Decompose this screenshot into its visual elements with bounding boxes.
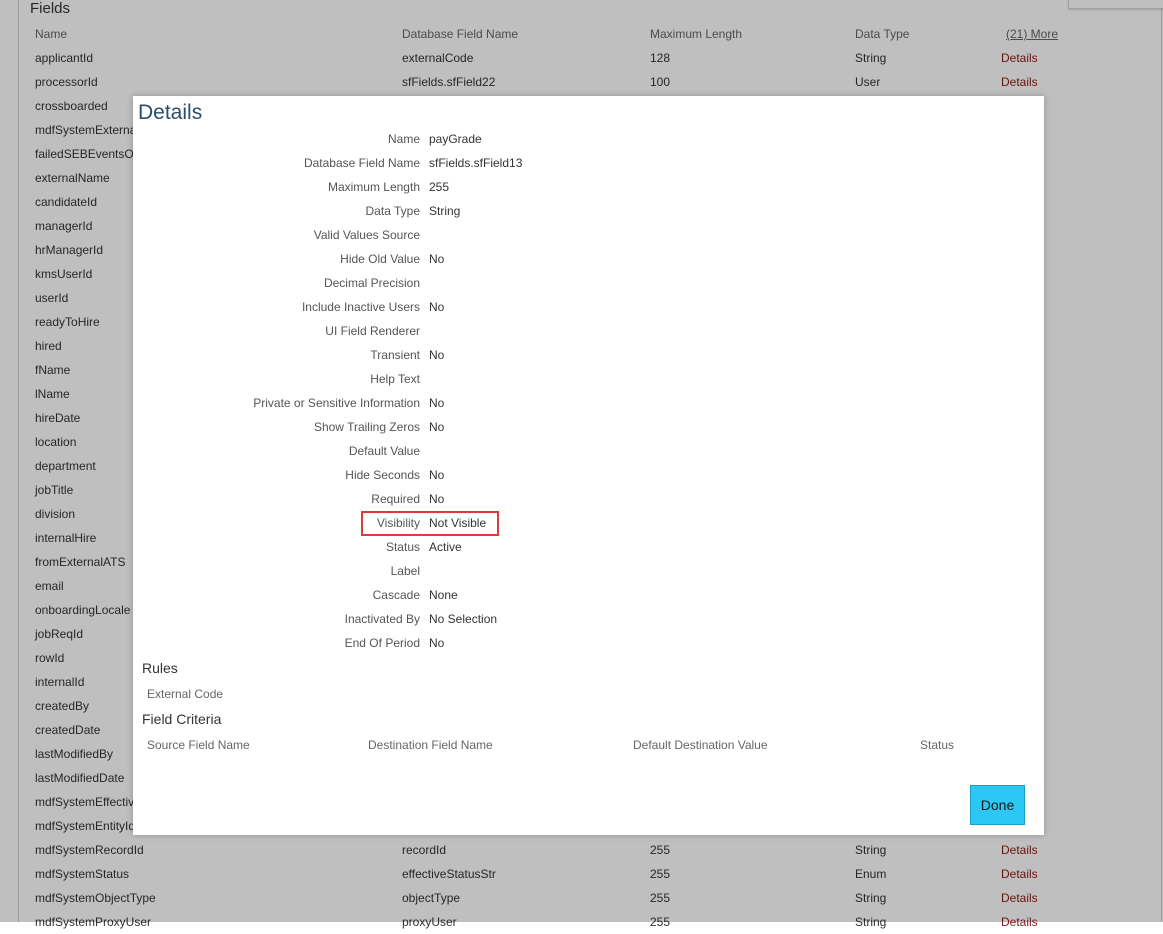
detail-row: Hide Old Value No: [133, 247, 1044, 271]
detail-label: Label: [390, 564, 420, 578]
detail-row: Cascade None: [133, 583, 1044, 607]
field-criteria-section-title: Field Criteria: [142, 711, 222, 727]
detail-value: No: [429, 396, 445, 410]
dialog-title: Details: [138, 101, 203, 124]
detail-row: Data Type String: [133, 199, 1044, 223]
detail-row: Database Field Name sfFields.sfField13: [133, 151, 1044, 175]
detail-row: Valid Values Source: [133, 223, 1044, 247]
detail-row: Default Value: [133, 439, 1044, 463]
detail-value: No: [429, 636, 445, 650]
detail-row: Transient No: [133, 343, 1044, 367]
criteria-column-source-field-name: Source Field Name: [147, 738, 250, 752]
detail-value: Active: [429, 540, 462, 554]
detail-row: Decimal Precision: [133, 271, 1044, 295]
detail-row: Maximum Length 255: [133, 175, 1044, 199]
detail-row: Private or Sensitive Information No: [133, 391, 1044, 415]
detail-row: Required No: [133, 487, 1044, 511]
detail-value: No: [429, 300, 445, 314]
criteria-column-default-destination-value: Default Destination Value: [633, 738, 768, 752]
detail-label: Data Type: [365, 204, 420, 218]
detail-row: Label: [133, 559, 1044, 583]
detail-value: None: [429, 588, 458, 602]
detail-value: String: [429, 204, 461, 218]
detail-label: Inactivated By: [344, 612, 420, 626]
detail-row: UI Field Renderer: [133, 319, 1044, 343]
details-dialog: Details Name payGrade Database Field Name s…: [133, 96, 1044, 835]
detail-row: Visibility Not Visible: [133, 511, 1044, 535]
detail-row: Include Inactive Users No: [133, 295, 1044, 319]
detail-value: No: [429, 348, 445, 362]
detail-label: UI Field Renderer: [325, 324, 420, 338]
detail-value: No: [429, 492, 445, 506]
detail-label: Transient: [370, 348, 420, 362]
rules-section-title: Rules: [142, 660, 178, 676]
detail-label: Required: [371, 492, 420, 506]
detail-label: Hide Seconds: [345, 468, 420, 482]
visibility-highlight-box: [361, 511, 499, 536]
detail-label: Default Value: [348, 444, 420, 458]
detail-row: Name payGrade: [133, 127, 1044, 151]
detail-value: No: [429, 468, 445, 482]
detail-value: No: [429, 420, 445, 434]
detail-label: Decimal Precision: [323, 276, 420, 290]
detail-value: No: [429, 252, 445, 266]
detail-value: 255: [429, 180, 450, 194]
detail-label: Maximum Length: [327, 180, 420, 194]
detail-label: Show Trailing Zeros: [313, 420, 420, 434]
rules-column-external-code: External Code: [147, 687, 224, 701]
detail-label: Valid Values Source: [313, 228, 420, 242]
detail-row: Show Trailing Zeros No: [133, 415, 1044, 439]
detail-label: Cascade: [372, 588, 420, 602]
detail-label: Include Inactive Users: [301, 300, 420, 314]
done-button[interactable]: Done: [970, 785, 1025, 825]
detail-label: Status: [385, 540, 420, 554]
detail-label: End Of Period: [344, 636, 420, 650]
detail-row: End Of Period No: [133, 631, 1044, 655]
detail-value: sfFields.sfField13: [429, 156, 523, 170]
detail-label: Name: [387, 132, 420, 146]
detail-label: Private or Sensitive Information: [253, 396, 420, 410]
detail-value: payGrade: [429, 132, 482, 146]
detail-row: Hide Seconds No: [133, 463, 1044, 487]
criteria-column-destination-field-name: Destination Field Name: [368, 738, 493, 752]
criteria-column-status: Status: [920, 738, 955, 752]
detail-label: Hide Old Value: [340, 252, 420, 266]
detail-value: No Selection: [429, 612, 498, 626]
detail-row: Inactivated By No Selection: [133, 607, 1044, 631]
detail-label: Help Text: [370, 372, 420, 386]
detail-row: Status Active: [133, 535, 1044, 559]
detail-label: Database Field Name: [303, 156, 420, 170]
detail-row: Help Text: [133, 367, 1044, 391]
